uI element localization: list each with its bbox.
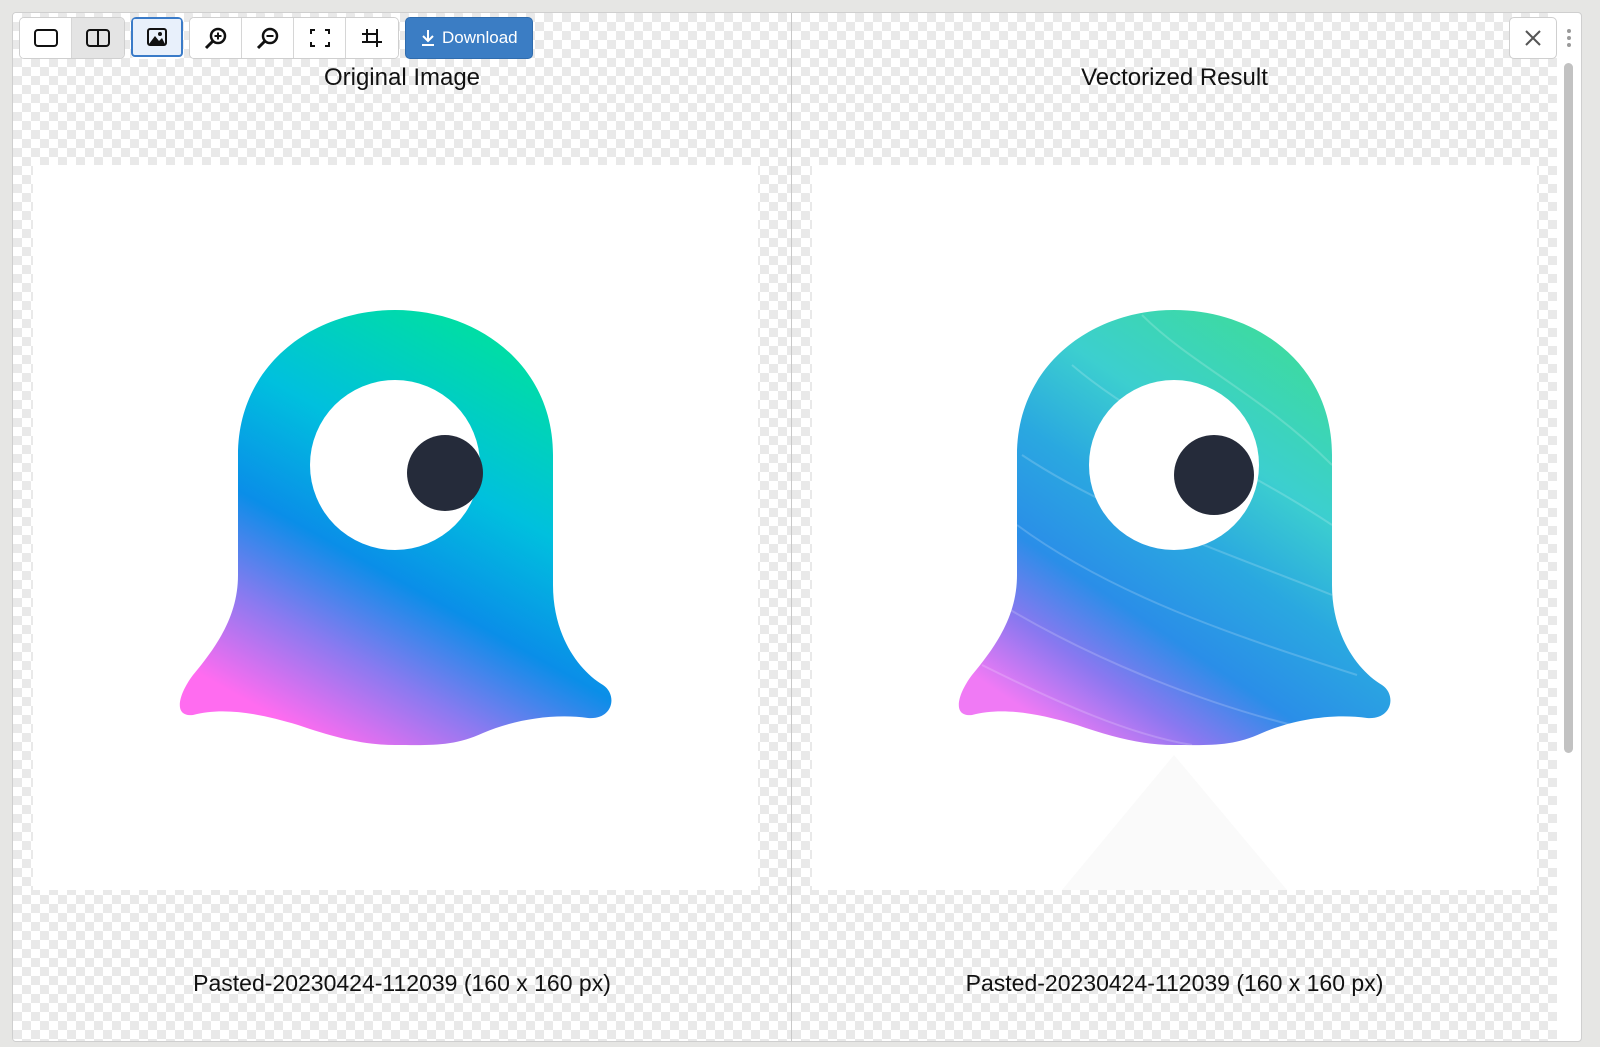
vectorized-pane: Vectorized Result <box>792 13 1557 1041</box>
view-mode-group <box>19 17 125 59</box>
zoom-in-icon <box>203 26 229 50</box>
download-label: Download <box>442 28 518 48</box>
original-pane-title: Original Image <box>13 63 791 93</box>
vectorized-image-canvas[interactable] <box>812 165 1537 890</box>
zoom-group <box>189 17 399 59</box>
download-icon <box>420 29 436 47</box>
original-image-canvas[interactable] <box>33 165 758 890</box>
vectorized-pane-title: Vectorized Result <box>792 63 1557 93</box>
original-ghost-image <box>33 165 758 890</box>
crop-button[interactable] <box>346 18 398 58</box>
image-icon <box>146 27 168 47</box>
zoom-out-button[interactable] <box>242 18 294 58</box>
split-view-icon <box>85 28 111 48</box>
fit-screen-button[interactable] <box>294 18 346 58</box>
crop-icon <box>360 27 384 49</box>
image-view-button[interactable] <box>131 17 183 57</box>
vectorized-ghost-image <box>812 165 1537 890</box>
vertical-scrollbar[interactable] <box>1559 23 1579 1033</box>
viewer-toolbar: Download <box>19 17 533 59</box>
close-icon <box>1523 28 1543 48</box>
vectorized-caption: Pasted-20230424-112039 (160 x 160 px) <box>792 968 1557 998</box>
original-pane: Original Image Pasted-20230424-112039 (1 <box>13 13 791 1041</box>
split-view-button[interactable] <box>72 18 124 58</box>
zoom-out-icon <box>255 26 281 50</box>
fit-screen-icon <box>308 27 332 49</box>
image-view-group <box>131 17 183 59</box>
single-view-button[interactable] <box>20 18 72 58</box>
original-caption: Pasted-20230424-112039 (160 x 160 px) <box>13 968 791 998</box>
download-button[interactable]: Download <box>405 17 533 59</box>
compare-window: Original Image Pasted-20230424-112039 (1 <box>12 12 1582 1042</box>
close-button[interactable] <box>1509 17 1557 59</box>
zoom-in-button[interactable] <box>190 18 242 58</box>
resize-grip-icon[interactable] <box>1567 29 1571 50</box>
scroll-thumb[interactable] <box>1564 63 1573 753</box>
single-view-icon <box>33 28 59 48</box>
